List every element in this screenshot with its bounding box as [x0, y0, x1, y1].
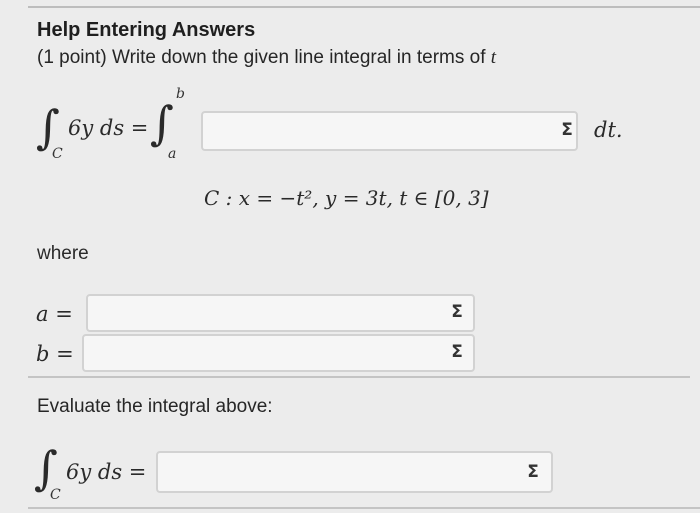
prompt-variable: t — [490, 47, 497, 68]
evaluate-prompt: Evaluate the integral above: — [37, 396, 273, 417]
integral-sign-lhs: ∫ — [36, 100, 60, 154]
result-answer-input[interactable] — [156, 451, 553, 493]
b-equation-editor-icon[interactable]: Σ — [446, 341, 468, 363]
integrand-lhs: 6y ds = — [68, 116, 149, 140]
integrand-evaluate: 6y ds = — [66, 460, 147, 484]
b-answer-input[interactable] — [82, 334, 475, 372]
differential-dt: dt. — [594, 118, 623, 142]
lower-limit-symbol: a — [168, 146, 177, 162]
section-divider — [28, 376, 690, 378]
bottom-divider — [28, 507, 700, 509]
upper-limit-symbol: b — [176, 86, 185, 102]
where-label: where — [37, 243, 89, 264]
integral-lhs-subscript: C — [52, 146, 63, 162]
b-label: b = — [36, 342, 74, 366]
integral-sign-evaluate: ∫ — [34, 441, 58, 495]
integral-evaluate-subscript: C — [50, 487, 61, 503]
a-answer-input[interactable] — [86, 294, 475, 332]
top-divider — [28, 6, 700, 8]
a-equation-editor-icon[interactable]: Σ — [446, 301, 468, 323]
equation-editor-icon[interactable]: Σ — [556, 119, 578, 141]
a-label: a = — [36, 302, 73, 326]
problem-panel: Help Entering Answers (1 point) Write do… — [0, 0, 700, 513]
prompt-text: (1 point) Write down the given line inte… — [37, 47, 486, 68]
problem-prompt: (1 point) Write down the given line inte… — [37, 47, 496, 69]
help-entering-answers-link[interactable]: Help Entering Answers — [37, 19, 255, 42]
integrand-answer-input[interactable] — [201, 111, 578, 151]
curve-definition: C : x = −t², y = 3t, t ∈ [0, 3] — [204, 186, 489, 210]
integral-sign-rhs: ∫ — [150, 96, 174, 150]
result-equation-editor-icon[interactable]: Σ — [522, 461, 544, 483]
